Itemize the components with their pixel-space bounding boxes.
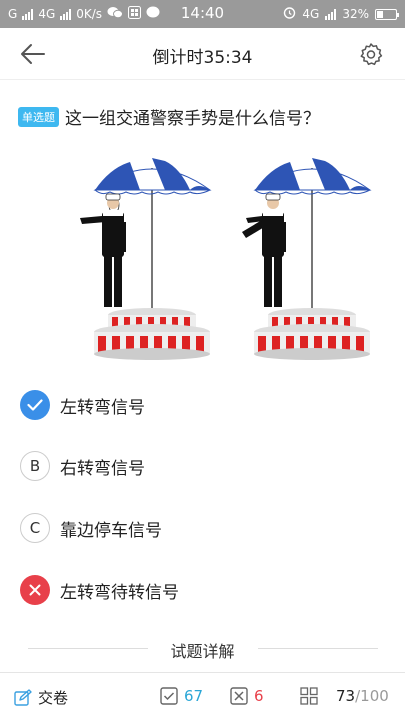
correct-check-icon — [160, 687, 178, 705]
option-label: 左转弯信号 — [60, 397, 145, 418]
status-bar: G 4G 0K/s 14:40 4G 32% — [0, 0, 405, 28]
close-icon — [20, 575, 50, 605]
option-label: 靠边停车信号 — [60, 520, 162, 541]
battery-icon — [375, 8, 399, 20]
option-label: 右转弯信号 — [60, 458, 145, 479]
option-c[interactable]: C 靠边停车信号 — [20, 511, 162, 545]
alarm-icon — [283, 6, 296, 22]
option-letter: C — [20, 513, 50, 543]
submit-button[interactable]: 交卷 — [14, 687, 68, 708]
option-b[interactable]: B 右转弯信号 — [20, 449, 145, 483]
question-type-badge: 单选题 — [18, 106, 59, 127]
option-a[interactable]: 左转弯信号 — [20, 388, 145, 422]
header: 倒计时35:34 — [0, 28, 405, 80]
signal-icon-3 — [325, 8, 337, 20]
progress-current: 73 — [336, 687, 356, 705]
submit-label: 交卷 — [38, 689, 69, 707]
option-label: 左转弯待转信号 — [60, 582, 179, 603]
grid-icon — [300, 687, 318, 705]
check-icon — [20, 390, 50, 420]
wrong-count[interactable]: 6 — [230, 687, 264, 705]
question: 单选题 这一组交通警察手势是什么信号？ — [18, 104, 395, 129]
gear-icon[interactable] — [359, 42, 383, 66]
traffic-police-figure-right — [242, 158, 372, 360]
progress: 73/100 — [336, 687, 389, 705]
bottom-bar: 交卷 67 6 73/100 — [0, 672, 405, 720]
network-type: 4G — [302, 7, 320, 21]
details-section: 试题详解 — [0, 636, 405, 661]
correct-count[interactable]: 67 — [160, 687, 203, 705]
correct-count-value: 67 — [184, 687, 204, 705]
question-illustration — [40, 150, 380, 375]
details-heading: 试题详解 — [170, 642, 235, 661]
wrong-x-icon — [230, 687, 248, 705]
option-letter: B — [20, 451, 50, 481]
edit-icon — [14, 688, 32, 706]
page-title: 倒计时35:34 — [152, 48, 253, 68]
question-text: 这一组交通警察手势是什么信号？ — [65, 109, 320, 129]
divider-right — [258, 648, 378, 649]
battery-percent: 32% — [342, 7, 369, 21]
wrong-count-value: 6 — [254, 687, 264, 705]
traffic-police-figure-left — [80, 158, 212, 360]
answer-sheet-button[interactable]: 73/100 — [300, 687, 389, 705]
option-d[interactable]: 左转弯待转信号 — [20, 573, 179, 607]
progress-total: /100 — [355, 687, 389, 705]
status-right: 4G 32% — [283, 6, 399, 22]
